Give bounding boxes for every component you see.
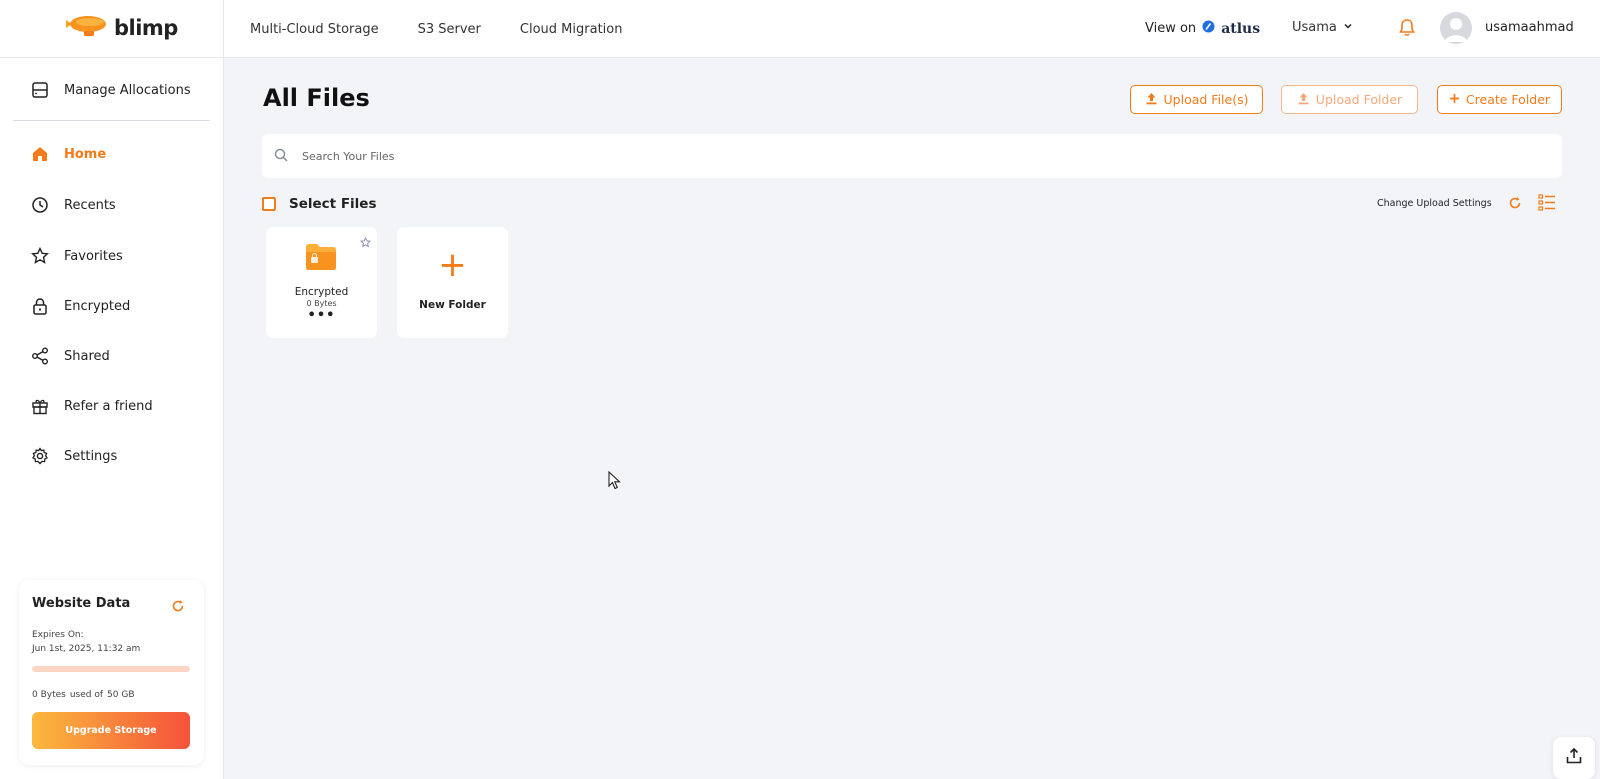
expires-value: Jun 1st, 2025, 11:32 am <box>32 644 141 654</box>
share-icon <box>30 346 50 366</box>
sidebar-item-label: Refer a friend <box>64 398 153 414</box>
page-title: All Files <box>263 84 370 112</box>
plus-icon <box>1449 92 1460 107</box>
upload-folder-label: Upload Folder <box>1315 92 1403 107</box>
view-on-atlus-link[interactable]: View on atlus <box>1145 20 1260 37</box>
manage-allocations-link[interactable]: Manage Allocations <box>30 80 191 100</box>
brand-divider <box>223 0 224 58</box>
sidebar: Manage Allocations Home Recents Favorite… <box>0 58 224 779</box>
storage-used-of: used of <box>69 690 104 700</box>
select-files-label: Select Files <box>289 196 377 212</box>
refresh-icon[interactable] <box>1508 195 1522 214</box>
sidebar-item-home[interactable]: Home <box>30 144 106 164</box>
sidebar-item-favorites[interactable]: Favorites <box>30 246 123 266</box>
upload-folder-button[interactable]: Upload Folder <box>1281 85 1418 114</box>
chevron-down-icon <box>1343 20 1353 35</box>
server-icon <box>30 80 50 100</box>
sidebar-item-label: Recents <box>64 197 116 213</box>
gift-icon <box>30 396 50 416</box>
sidebar-item-label: Favorites <box>64 248 123 264</box>
upload-icon <box>1145 92 1158 108</box>
top-bar: blimp Multi-Cloud Storage S3 Server Clou… <box>0 0 1600 58</box>
sidebar-item-settings[interactable]: Settings <box>30 446 117 466</box>
select-files-row: Select Files <box>262 196 377 212</box>
create-folder-label: Create Folder <box>1465 92 1551 107</box>
home-icon <box>30 144 50 164</box>
avatar[interactable] <box>1440 12 1472 44</box>
share-upload-icon <box>1565 747 1583 769</box>
sidebar-item-shared[interactable]: Shared <box>30 346 110 366</box>
manage-allocations-label: Manage Allocations <box>64 82 191 98</box>
new-folder-card[interactable]: + New Folder <box>397 227 508 338</box>
create-folder-button[interactable]: Create Folder <box>1437 85 1562 114</box>
atlus-icon <box>1202 20 1215 37</box>
folder-size: 0 Bytes <box>306 299 337 308</box>
mouse-cursor-icon <box>608 470 622 495</box>
floating-upload-button[interactable] <box>1553 737 1595 779</box>
storage-total: 50 GB <box>107 690 135 700</box>
blimp-logo-icon <box>64 12 110 44</box>
plus-icon: + <box>438 245 467 285</box>
account-dropdown[interactable]: Usama <box>1292 20 1353 35</box>
nav-cloud-migration[interactable]: Cloud Migration <box>520 22 623 37</box>
nav-s3-server[interactable]: S3 Server <box>418 22 481 37</box>
folder-name: Encrypted <box>294 286 349 298</box>
clock-icon <box>30 195 50 215</box>
storage-title: Website Data <box>32 596 131 611</box>
upload-files-label: Upload File(s) <box>1163 92 1249 107</box>
nav-multi-cloud-storage[interactable]: Multi-Cloud Storage <box>250 22 379 37</box>
sidebar-item-refer-a-friend[interactable]: Refer a friend <box>30 396 153 416</box>
storage-used: 0 Bytes <box>32 690 66 700</box>
list-view-icon[interactable] <box>1538 194 1556 215</box>
storage-progress-bar <box>32 666 190 672</box>
sidebar-item-encrypted[interactable]: Encrypted <box>30 296 130 316</box>
refresh-icon[interactable] <box>171 598 185 617</box>
search-bar <box>262 134 1562 178</box>
search-icon <box>274 147 288 166</box>
storage-card: Website Data Expires On: Jun 1st, 2025, … <box>19 580 204 765</box>
bell-icon[interactable] <box>1398 18 1416 42</box>
upgrade-storage-button[interactable]: Upgrade Storage <box>32 712 190 749</box>
storage-usage: 0 Bytes used of 50 GB <box>32 690 135 700</box>
sidebar-divider <box>13 120 210 121</box>
star-icon <box>30 246 50 266</box>
brand-name: blimp <box>114 16 178 40</box>
new-folder-label: New Folder <box>419 299 486 311</box>
account-label: Usama <box>1292 20 1337 35</box>
sidebar-item-label: Home <box>64 146 107 162</box>
locked-folder-icon <box>304 242 338 276</box>
folder-card[interactable]: Encrypted 0 Bytes ••• <box>266 227 377 338</box>
view-on-label: View on <box>1145 21 1197 36</box>
expires-label: Expires On: <box>32 630 84 640</box>
star-icon[interactable] <box>359 233 372 252</box>
sidebar-item-label: Shared <box>64 348 110 364</box>
brand-logo[interactable]: blimp <box>64 12 178 44</box>
search-input[interactable] <box>302 149 1502 163</box>
change-upload-settings-link[interactable]: Change Upload Settings <box>1377 198 1492 209</box>
sidebar-item-label: Encrypted <box>64 298 131 314</box>
upload-icon <box>1297 92 1310 108</box>
top-navigation: Multi-Cloud Storage S3 Server Cloud Migr… <box>250 0 622 58</box>
more-options-icon[interactable]: ••• <box>266 308 377 323</box>
gear-icon <box>30 446 50 466</box>
username[interactable]: usamaahmad <box>1485 20 1574 35</box>
select-all-checkbox[interactable] <box>262 197 276 211</box>
atlus-label: atlus <box>1221 20 1261 37</box>
upload-files-button[interactable]: Upload File(s) <box>1130 85 1263 114</box>
lock-icon <box>30 296 50 316</box>
sidebar-item-recents[interactable]: Recents <box>30 195 116 215</box>
sidebar-item-label: Settings <box>64 448 118 464</box>
